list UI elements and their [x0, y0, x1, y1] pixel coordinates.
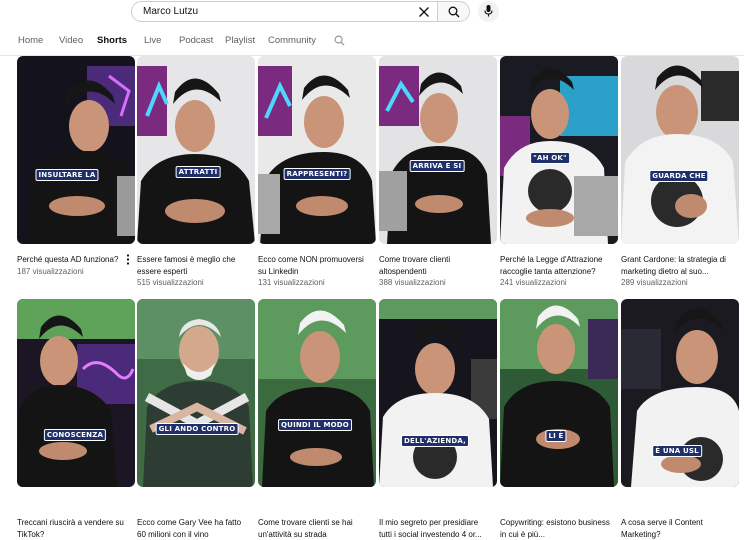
- view-count: 515 visualizzazioni: [137, 278, 204, 287]
- short-thumbnail[interactable]: [379, 56, 497, 244]
- short-title[interactable]: Grant Cardone: la strategia di marketing…: [621, 254, 733, 277]
- shorts-grid: INSULTARE LA Perché questa AD funziona? …: [0, 0, 744, 540]
- short-title[interactable]: Il mio segreto per presidiare tutti i so…: [379, 517, 491, 540]
- thumbnail-caption: RAPPRESENTI?: [283, 168, 351, 180]
- short-thumbnail[interactable]: [500, 56, 618, 244]
- short-thumbnail[interactable]: [137, 56, 255, 244]
- short-title[interactable]: Come trovare clienti se hai un'attività …: [258, 517, 370, 540]
- short-thumbnail[interactable]: [137, 299, 255, 487]
- thumbnail-caption: DELL'AZIENDA,: [400, 435, 470, 447]
- short-title[interactable]: Perché la Legge d'Attrazione raccoglie t…: [500, 254, 612, 277]
- short-title[interactable]: Treccani riuscirà a vendere su TikTok?: [17, 517, 129, 540]
- thumbnail-caption: QUINDI IL MODO: [278, 419, 352, 431]
- short-thumbnail[interactable]: [621, 299, 739, 487]
- view-count: 289 visualizzazioni: [621, 278, 688, 287]
- short-thumbnail[interactable]: [500, 299, 618, 487]
- short-thumbnail[interactable]: [258, 299, 376, 487]
- short-title[interactable]: Copywriting: esistono business in cui è …: [500, 517, 612, 540]
- thumbnail-caption: GUARDA CHE: [649, 170, 709, 182]
- short-title[interactable]: Come trovare clienti altospendenti: [379, 254, 491, 277]
- thumbnail-caption: ARRIVA E SI: [409, 160, 465, 172]
- view-count: 388 visualizzazioni: [379, 278, 446, 287]
- thumbnail-caption: INSULTARE LA: [35, 169, 99, 181]
- short-thumbnail[interactable]: [17, 56, 135, 244]
- thumbnail-caption: ATTRATTI: [175, 166, 221, 178]
- view-count: 241 visualizzazioni: [500, 278, 567, 287]
- short-thumbnail[interactable]: [17, 299, 135, 487]
- short-title[interactable]: A cosa serve il Content Marketing?: [621, 517, 733, 540]
- short-thumbnail[interactable]: [379, 299, 497, 487]
- short-thumbnail[interactable]: [621, 56, 739, 244]
- thumbnail-caption: GLI ANDO CONTRO: [155, 423, 239, 435]
- thumbnail-caption: "AH OK": [530, 152, 570, 164]
- short-thumbnail[interactable]: [258, 56, 376, 244]
- more-vertical-icon[interactable]: [125, 254, 131, 265]
- view-count: 187 visualizzazioni: [17, 267, 84, 276]
- short-title[interactable]: Perché questa AD funziona?: [17, 254, 129, 266]
- short-title[interactable]: Ecco come Gary Vee ha fatto 60 milioni c…: [137, 517, 249, 540]
- thumbnail-caption: LI È: [545, 430, 567, 442]
- short-title[interactable]: Essere famosi è meglio che essere espert…: [137, 254, 249, 277]
- thumbnail-caption: È UNA USL: [652, 445, 702, 457]
- thumbnail-caption: CONOSCENZA: [43, 429, 107, 441]
- view-count: 131 visualizzazioni: [258, 278, 325, 287]
- short-title[interactable]: Ecco come NON promuoversi su Linkedin: [258, 254, 370, 277]
